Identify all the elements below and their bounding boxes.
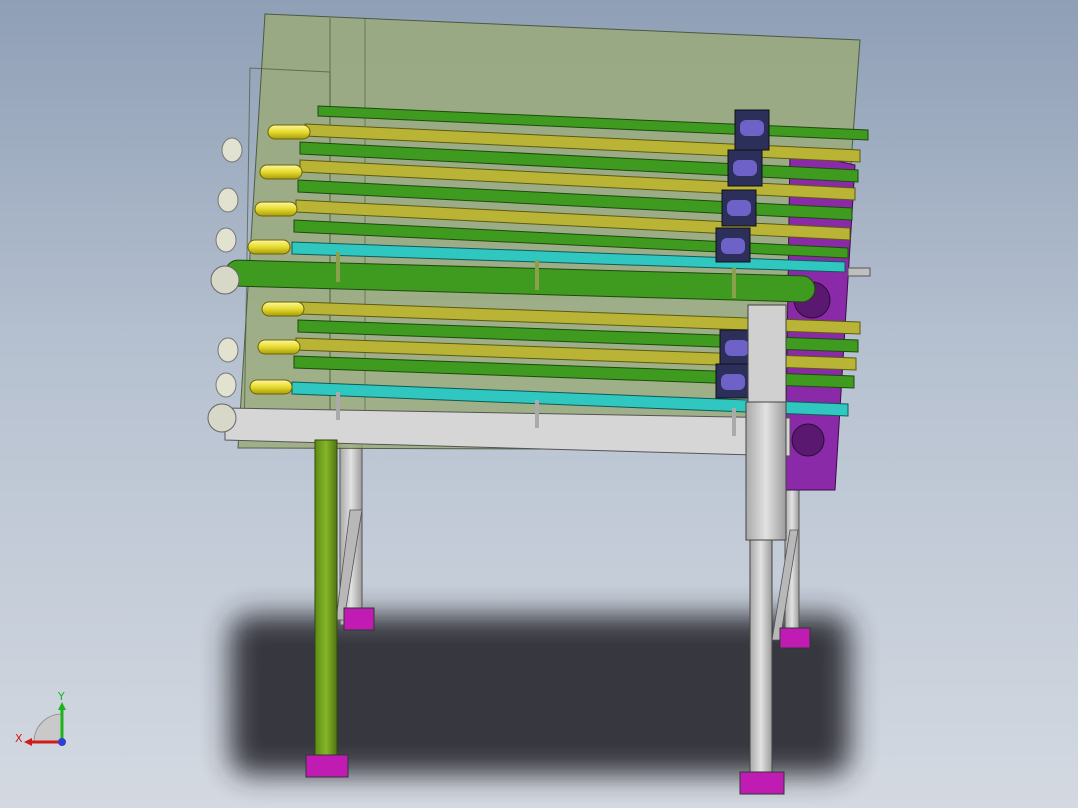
z-axis-dot: [58, 738, 66, 746]
y-axis-label: Y: [57, 690, 65, 703]
y-axis-arrowhead: [58, 702, 66, 710]
x-axis-label: X: [15, 732, 23, 745]
x-axis-arrowhead: [24, 738, 32, 746]
cad-viewport[interactable]: [0, 0, 1078, 808]
triad-quarter-disc: [33, 713, 63, 743]
coordinate-triad: Y X: [15, 690, 66, 746]
